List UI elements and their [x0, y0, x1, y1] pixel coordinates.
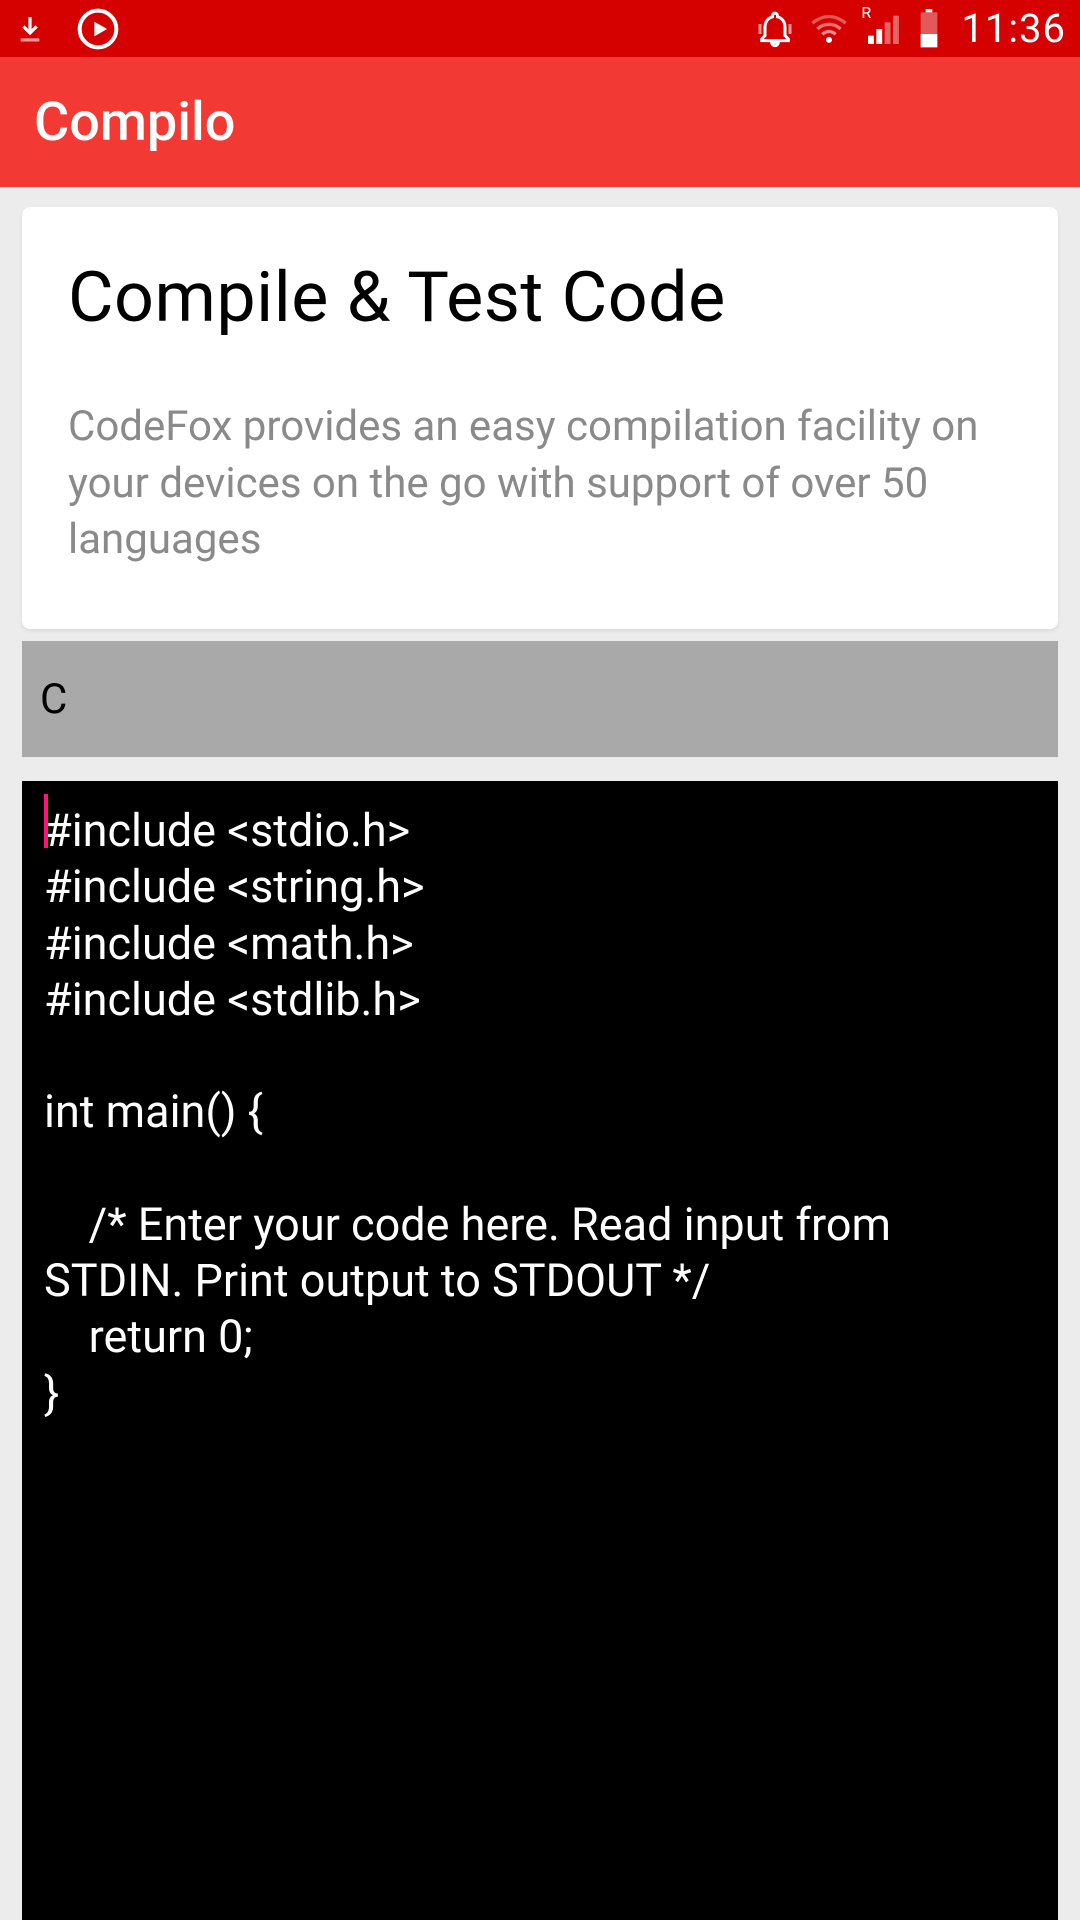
download-icon: [14, 13, 46, 45]
code-editor-container: [22, 769, 1058, 1920]
app-title: Compilo: [34, 91, 235, 154]
card-description: CodeFox provides an easy compilation fac…: [68, 399, 1012, 569]
wifi-icon: [809, 9, 849, 49]
status-bar: R 11:36: [0, 0, 1080, 57]
signal-r-icon: R: [863, 9, 903, 49]
play-circle-icon: [76, 7, 120, 51]
card-title: Compile & Test Code: [68, 257, 1012, 339]
language-selector[interactable]: C: [22, 641, 1058, 757]
ringer-vibrate-icon: [755, 9, 795, 49]
language-selected-label: C: [40, 675, 67, 724]
app-bar: Compilo: [0, 57, 1080, 187]
code-editor[interactable]: [22, 781, 1058, 1920]
status-left: [14, 7, 120, 51]
status-clock: 11:36: [961, 5, 1066, 52]
battery-icon: [917, 9, 941, 49]
status-right: R 11:36: [755, 5, 1066, 52]
intro-card: Compile & Test Code CodeFox provides an …: [22, 207, 1058, 629]
content-area: Compile & Test Code CodeFox provides an …: [0, 187, 1080, 1920]
